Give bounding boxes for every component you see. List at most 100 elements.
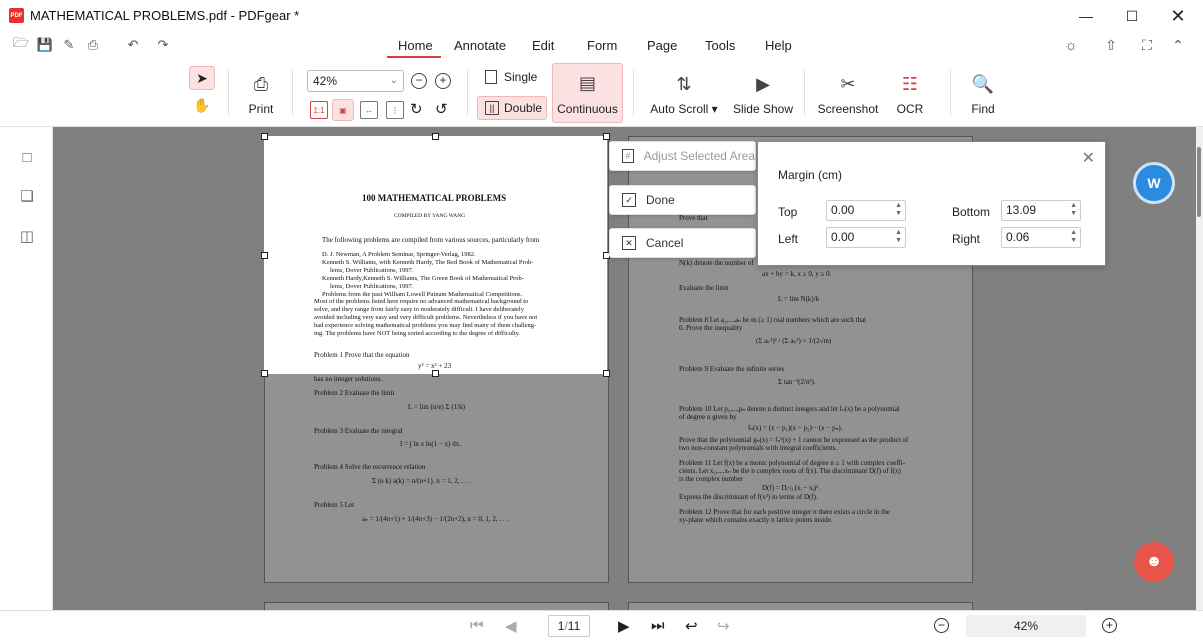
minimize-button[interactable]: — xyxy=(1063,0,1109,32)
spinner-icon[interactable]: ▲ ▼ xyxy=(895,229,902,245)
fit-visible-icon[interactable]: ⋮ xyxy=(386,101,404,119)
auto-scroll-label: Auto Scroll ▾ xyxy=(650,102,718,116)
tab-help[interactable]: Help xyxy=(765,38,792,53)
maximize-button[interactable]: ☐ xyxy=(1109,0,1155,32)
close-icon[interactable]: ✕ xyxy=(1082,148,1095,168)
go-back-view-icon[interactable]: ↩ xyxy=(685,617,698,635)
page1-para-line: avoided including very easy and very dif… xyxy=(314,314,538,321)
left-margin-value: 0.00 xyxy=(831,230,855,244)
right-margin-input[interactable]: 0.06 ▲ ▼ xyxy=(1001,227,1081,248)
page-number-input[interactable]: 1/11 xyxy=(548,615,590,637)
continuous-button[interactable]: ▤ Continuous xyxy=(552,63,623,123)
page1-bullet: lems, Dover Publications, 1997. xyxy=(330,283,414,290)
slide-show-label: Slide Show xyxy=(732,102,794,116)
robot-icon: ☻ xyxy=(1145,553,1163,570)
open-file-icon[interactable]: 🗁 xyxy=(13,35,29,53)
ocr-button[interactable]: ☷ OCR xyxy=(893,70,927,117)
single-page-button[interactable]: Single xyxy=(485,70,537,84)
convert-to-word-button[interactable]: W xyxy=(1133,162,1175,204)
hand-tool-icon[interactable]: ✋ xyxy=(192,97,212,117)
ocr-icon: ☷ xyxy=(901,73,919,94)
page1-problem2: Problem 2 Evaluate the limit xyxy=(314,389,395,397)
ribbon-separator xyxy=(467,70,468,116)
resize-handle-t[interactable] xyxy=(432,133,439,140)
page2-problem9: Problem 9 Evaluate the infinite series xyxy=(679,365,785,373)
page2-line-limit: Evaluate the limit xyxy=(679,284,729,292)
ribbon-separator xyxy=(950,70,951,116)
spinner-icon[interactable]: ▲ ▼ xyxy=(1070,229,1077,245)
rotate-clockwise-icon[interactable]: ↻ xyxy=(410,100,423,118)
slide-show-button[interactable]: ▶ Slide Show xyxy=(732,70,794,117)
actual-size-icon[interactable]: 1:1 xyxy=(310,101,328,119)
previous-page-icon[interactable]: ◀ xyxy=(505,617,517,635)
status-zoom-out-icon[interactable]: − xyxy=(934,618,949,633)
tab-tools[interactable]: Tools xyxy=(705,38,735,53)
double-page-button[interactable]: || Double xyxy=(477,96,547,120)
save-icon[interactable]: 💾 xyxy=(37,37,53,53)
page1-bullet: D. J. Newman, A Problem Seminar, Springe… xyxy=(322,251,476,258)
ai-assistant-button[interactable]: ☻ xyxy=(1134,542,1174,582)
page1-bullet: Kenneth S. Williams, with Kenneth Hardy,… xyxy=(322,259,534,266)
close-window-button[interactable]: ✕ xyxy=(1155,0,1201,32)
checkbox-icon: ✓ xyxy=(622,193,636,207)
fit-width-icon[interactable]: ↔ xyxy=(360,101,378,119)
collapse-ribbon-icon[interactable]: ⌃ xyxy=(1170,37,1186,53)
select-tool-icon[interactable]: ➤ xyxy=(189,66,215,90)
print-quick-icon[interactable]: ⎙ xyxy=(85,37,101,53)
redo-icon[interactable]: ↷ xyxy=(155,37,171,53)
scrollbar-thumb[interactable] xyxy=(1197,147,1201,217)
screenshot-label: Screenshot xyxy=(817,102,879,116)
save-as-icon[interactable]: ✎ xyxy=(61,37,77,53)
adjust-selected-area-button[interactable]: # Adjust Selected Area xyxy=(609,141,756,171)
bookmark-icon[interactable]: □ xyxy=(18,148,36,166)
tab-annotate[interactable]: Annotate xyxy=(454,38,506,53)
share-icon[interactable]: ⇧ xyxy=(1103,37,1119,53)
resize-handle-b[interactable] xyxy=(432,370,439,377)
rotate-counterclockwise-icon[interactable]: ↺ xyxy=(435,100,448,118)
resize-handle-bl[interactable] xyxy=(261,370,268,377)
cancel-label: Cancel xyxy=(646,236,684,250)
status-zoom-in-icon[interactable]: + xyxy=(1102,618,1117,633)
tab-edit[interactable]: Edit xyxy=(532,38,554,53)
resize-handle-l[interactable] xyxy=(261,252,268,259)
find-button[interactable]: 🔍 Find xyxy=(967,70,999,117)
page2-problem8b: 0. Prove the inequality xyxy=(679,324,743,332)
zoom-select[interactable]: 42% ⌄ xyxy=(307,70,404,92)
spinner-icon[interactable]: ▲ ▼ xyxy=(1070,202,1077,218)
cancel-button[interactable]: ✕ Cancel xyxy=(609,228,756,258)
tab-home[interactable]: Home xyxy=(398,38,433,53)
resize-handle-tl[interactable] xyxy=(261,133,268,140)
done-button[interactable]: ✓ Done xyxy=(609,185,756,215)
vertical-scrollbar[interactable] xyxy=(1196,127,1203,610)
page2-eq8: (Σ aₖ²)² / (Σ aₖ³) > 1/(2√m) xyxy=(756,337,832,345)
theme-icon[interactable]: ☼ xyxy=(1063,37,1079,54)
zoom-out-icon[interactable]: − xyxy=(411,73,427,89)
print-label: Print xyxy=(248,102,274,116)
zoom-in-icon[interactable]: + xyxy=(435,73,451,89)
fullscreen-icon[interactable]: ⛶ xyxy=(1139,37,1155,53)
go-forward-view-icon[interactable]: ↪ xyxy=(717,617,730,635)
undo-icon[interactable]: ↶ xyxy=(125,37,141,53)
fit-page-icon[interactable]: ▣ xyxy=(332,99,354,121)
left-margin-input[interactable]: 0.00 ▲ ▼ xyxy=(826,227,906,248)
next-page-icon[interactable]: ▶ xyxy=(618,617,630,635)
status-zoom-value[interactable]: 42% xyxy=(966,615,1086,637)
adjust-selected-area-label: Adjust Selected Area xyxy=(643,149,755,163)
resize-handle-br[interactable] xyxy=(603,370,610,377)
resize-handle-tr[interactable] xyxy=(603,133,610,140)
bottom-margin-input[interactable]: 13.09 ▲ ▼ xyxy=(1001,200,1081,221)
print-button[interactable]: ⎙ Print xyxy=(245,70,277,117)
spinner-icon[interactable]: ▲ ▼ xyxy=(895,202,902,218)
thumbnails-icon[interactable]: ❏ xyxy=(18,187,36,205)
top-margin-input[interactable]: 0.00 ▲ ▼ xyxy=(826,200,906,221)
tab-page[interactable]: Page xyxy=(647,38,677,53)
first-page-icon[interactable]: ⏮ xyxy=(470,617,484,634)
last-page-icon[interactable]: ⏭ xyxy=(651,617,665,634)
page1-paragraph: Most of the problems listed here require… xyxy=(314,298,566,338)
printer-icon: ⎙ xyxy=(253,73,269,94)
tab-form[interactable]: Form xyxy=(587,38,617,53)
auto-scroll-button[interactable]: ⇅ Auto Scroll ▾ xyxy=(648,70,720,117)
page2-line-eq: ax + by = k, x ≥ 0, y ≥ 0. xyxy=(762,270,832,278)
comments-icon[interactable]: ◫ xyxy=(18,227,36,245)
screenshot-button[interactable]: ✂ Screenshot xyxy=(816,70,880,117)
